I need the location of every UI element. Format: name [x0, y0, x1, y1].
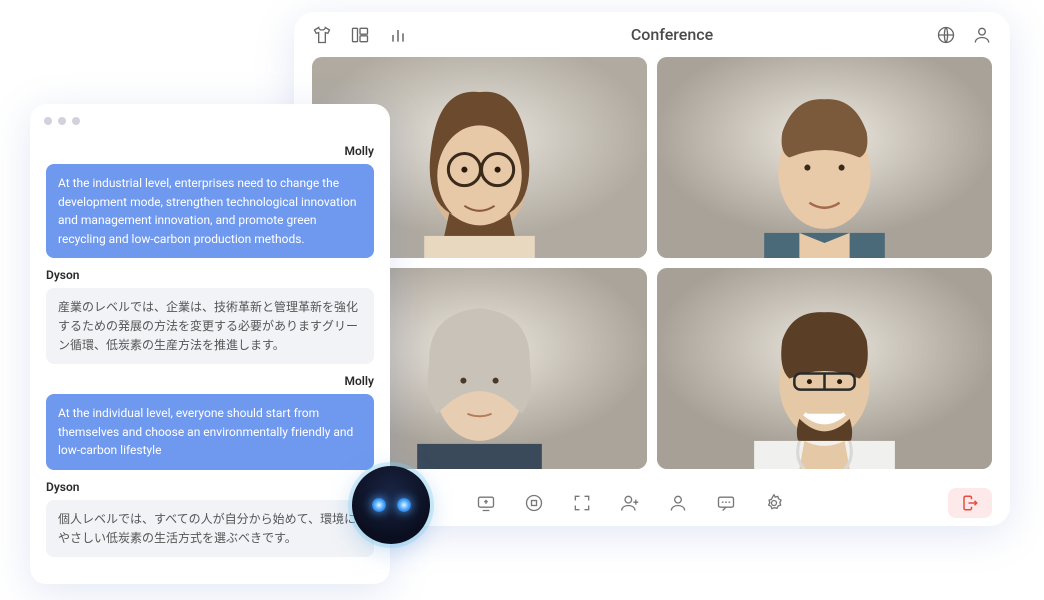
fullscreen-icon[interactable] — [572, 493, 592, 513]
video-tile-2[interactable] — [657, 57, 992, 258]
conference-window: Conference — [294, 12, 1010, 526]
chat-icon[interactable] — [716, 493, 736, 513]
video-grid — [294, 57, 1010, 479]
video-tile-4[interactable] — [657, 268, 992, 469]
message-2: Dyson 産業のレベルでは、企業は、技術革新と管理革新を強化するための発展の方… — [46, 268, 374, 364]
sender-label: Dyson — [46, 268, 374, 282]
participants-icon[interactable] — [668, 493, 688, 513]
leave-button[interactable] — [948, 488, 992, 518]
record-icon[interactable] — [524, 493, 544, 513]
sender-label: Dyson — [46, 480, 374, 494]
message-4: Dyson 個人レベルでは、すべての人が自分から始めて、環境にやさしい低炭素の生… — [46, 480, 374, 557]
settings-icon[interactable] — [764, 493, 784, 513]
message-bubble: 個人レベルでは、すべての人が自分から始めて、環境にやさしい低炭素の生活方式を選ぶ… — [46, 500, 374, 557]
bot-avatar[interactable] — [352, 466, 430, 544]
shirt-icon[interactable] — [312, 25, 332, 45]
message-bubble: 産業のレベルでは、企業は、技術革新と管理革新を強化するための発展の方法を変更する… — [46, 288, 374, 364]
header-left-icons — [312, 25, 408, 45]
chat-body: Molly At the industrial level, enterpris… — [30, 138, 390, 584]
sender-label: Molly — [46, 144, 374, 158]
share-screen-icon[interactable] — [476, 493, 496, 513]
leave-icon — [961, 494, 979, 512]
message-bubble: At the individual level, everyone should… — [46, 394, 374, 470]
message-3: Molly At the individual level, everyone … — [46, 374, 374, 470]
globe-icon[interactable] — [936, 25, 956, 45]
conference-header: Conference — [294, 12, 1010, 57]
sender-label: Molly — [46, 374, 374, 388]
chat-titlebar — [30, 104, 390, 138]
traffic-dot-minimize[interactable] — [58, 117, 66, 125]
message-1: Molly At the industrial level, enterpris… — [46, 144, 374, 258]
layout-icon[interactable] — [350, 25, 370, 45]
user-icon[interactable] — [972, 25, 992, 45]
traffic-dot-close[interactable] — [44, 117, 52, 125]
message-bubble: At the industrial level, enterprises nee… — [46, 164, 374, 258]
bot-eye-right — [397, 498, 411, 512]
add-user-icon[interactable] — [620, 493, 640, 513]
chat-window: Molly At the industrial level, enterpris… — [30, 104, 390, 584]
stats-icon[interactable] — [388, 25, 408, 45]
traffic-dot-maximize[interactable] — [72, 117, 80, 125]
conference-title: Conference — [408, 25, 936, 44]
bot-eye-left — [372, 498, 386, 512]
header-right-icons — [936, 25, 992, 45]
